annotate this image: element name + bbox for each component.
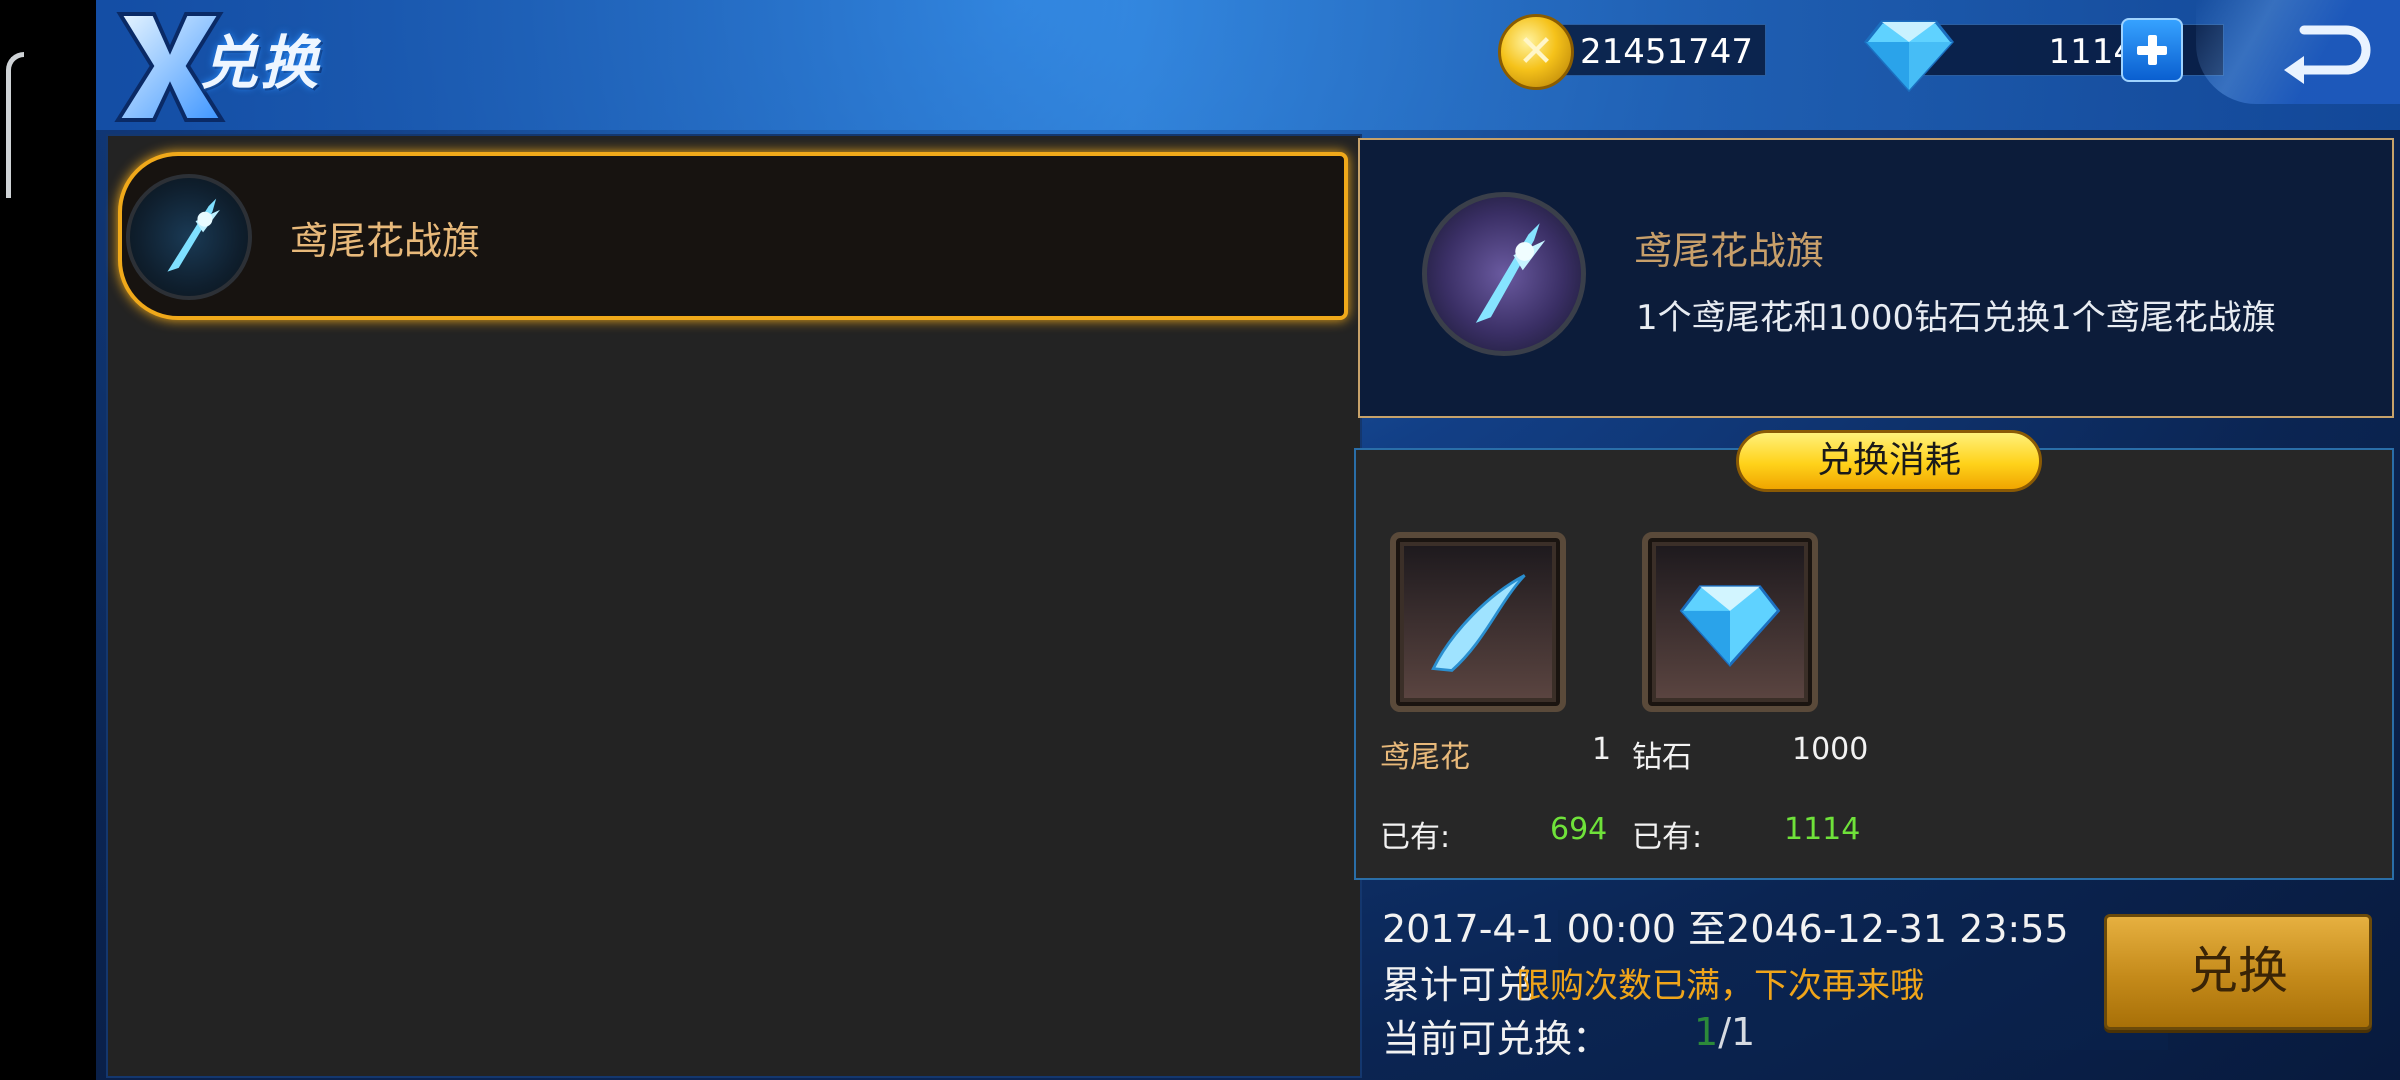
- page-title: 兑换: [96, 0, 356, 125]
- gold-counter: 21451747: [1552, 24, 1766, 76]
- exchange-date-range: 2017-4-1 00:00 至2046-12-31 23:55: [1382, 907, 2069, 951]
- count-separator: /: [1718, 1010, 1731, 1054]
- material-slot-iris[interactable]: [1390, 532, 1566, 712]
- owned-label-iris: 已有:: [1380, 820, 1451, 855]
- detail-banner-icon: [1422, 192, 1586, 356]
- detail-title: 鸢尾花战旗: [1634, 229, 1825, 273]
- current-exchange-count: 1/1: [1694, 1010, 1755, 1054]
- gold-amount: 21451747: [1579, 32, 1753, 72]
- diamond-material-icon: [1679, 585, 1781, 667]
- item-banner-icon: [126, 174, 252, 300]
- edge-handle: [6, 52, 24, 198]
- gold-coin-icon: ✕: [1498, 14, 1574, 90]
- count-current: 1: [1694, 1010, 1719, 1054]
- owned-value-iris: 694: [1550, 812, 1608, 847]
- material-qty-diamond: 1000: [1792, 732, 1869, 767]
- total-exchange-label: 累计可兑: [1382, 963, 1535, 1007]
- material-qty-iris: 1: [1592, 732, 1612, 767]
- material-slot-diamond[interactable]: [1642, 532, 1818, 712]
- detail-description: 1个鸢尾花和1000钻石兑换1个鸢尾花战旗: [1636, 298, 2276, 338]
- count-max: 1: [1731, 1010, 1756, 1054]
- owned-label-diamond: 已有:: [1632, 820, 1703, 855]
- iris-petal-icon: [1431, 574, 1526, 672]
- diamond-icon: [1864, 20, 1954, 92]
- exchange-screen: 兑换 21451747 ✕ 1114 鸢尾花战旗 鸢尾花战旗 1个鸢尾花和100…: [96, 0, 2400, 1080]
- owned-value-diamond: 1114: [1784, 812, 1861, 847]
- list-item-label: 鸢尾花战旗: [290, 219, 481, 263]
- material-name-diamond: 钻石: [1632, 740, 1692, 775]
- exchange-button-label: 兑换: [2188, 942, 2288, 1000]
- material-name-iris: 鸢尾花: [1380, 740, 1470, 775]
- device-bezel: [0, 0, 96, 1080]
- title-label: 兑换: [200, 29, 321, 97]
- limit-reached-message: 限购次数已满，下次再来哦: [1516, 966, 1924, 1006]
- cost-title-badge: 兑换消耗: [1736, 430, 2042, 492]
- current-exchange-label: 当前可兑换：: [1382, 1017, 1611, 1061]
- exchange-button[interactable]: 兑换: [2104, 914, 2372, 1030]
- add-diamond-button[interactable]: [2121, 18, 2183, 82]
- back-arrow-icon[interactable]: [2274, 8, 2384, 92]
